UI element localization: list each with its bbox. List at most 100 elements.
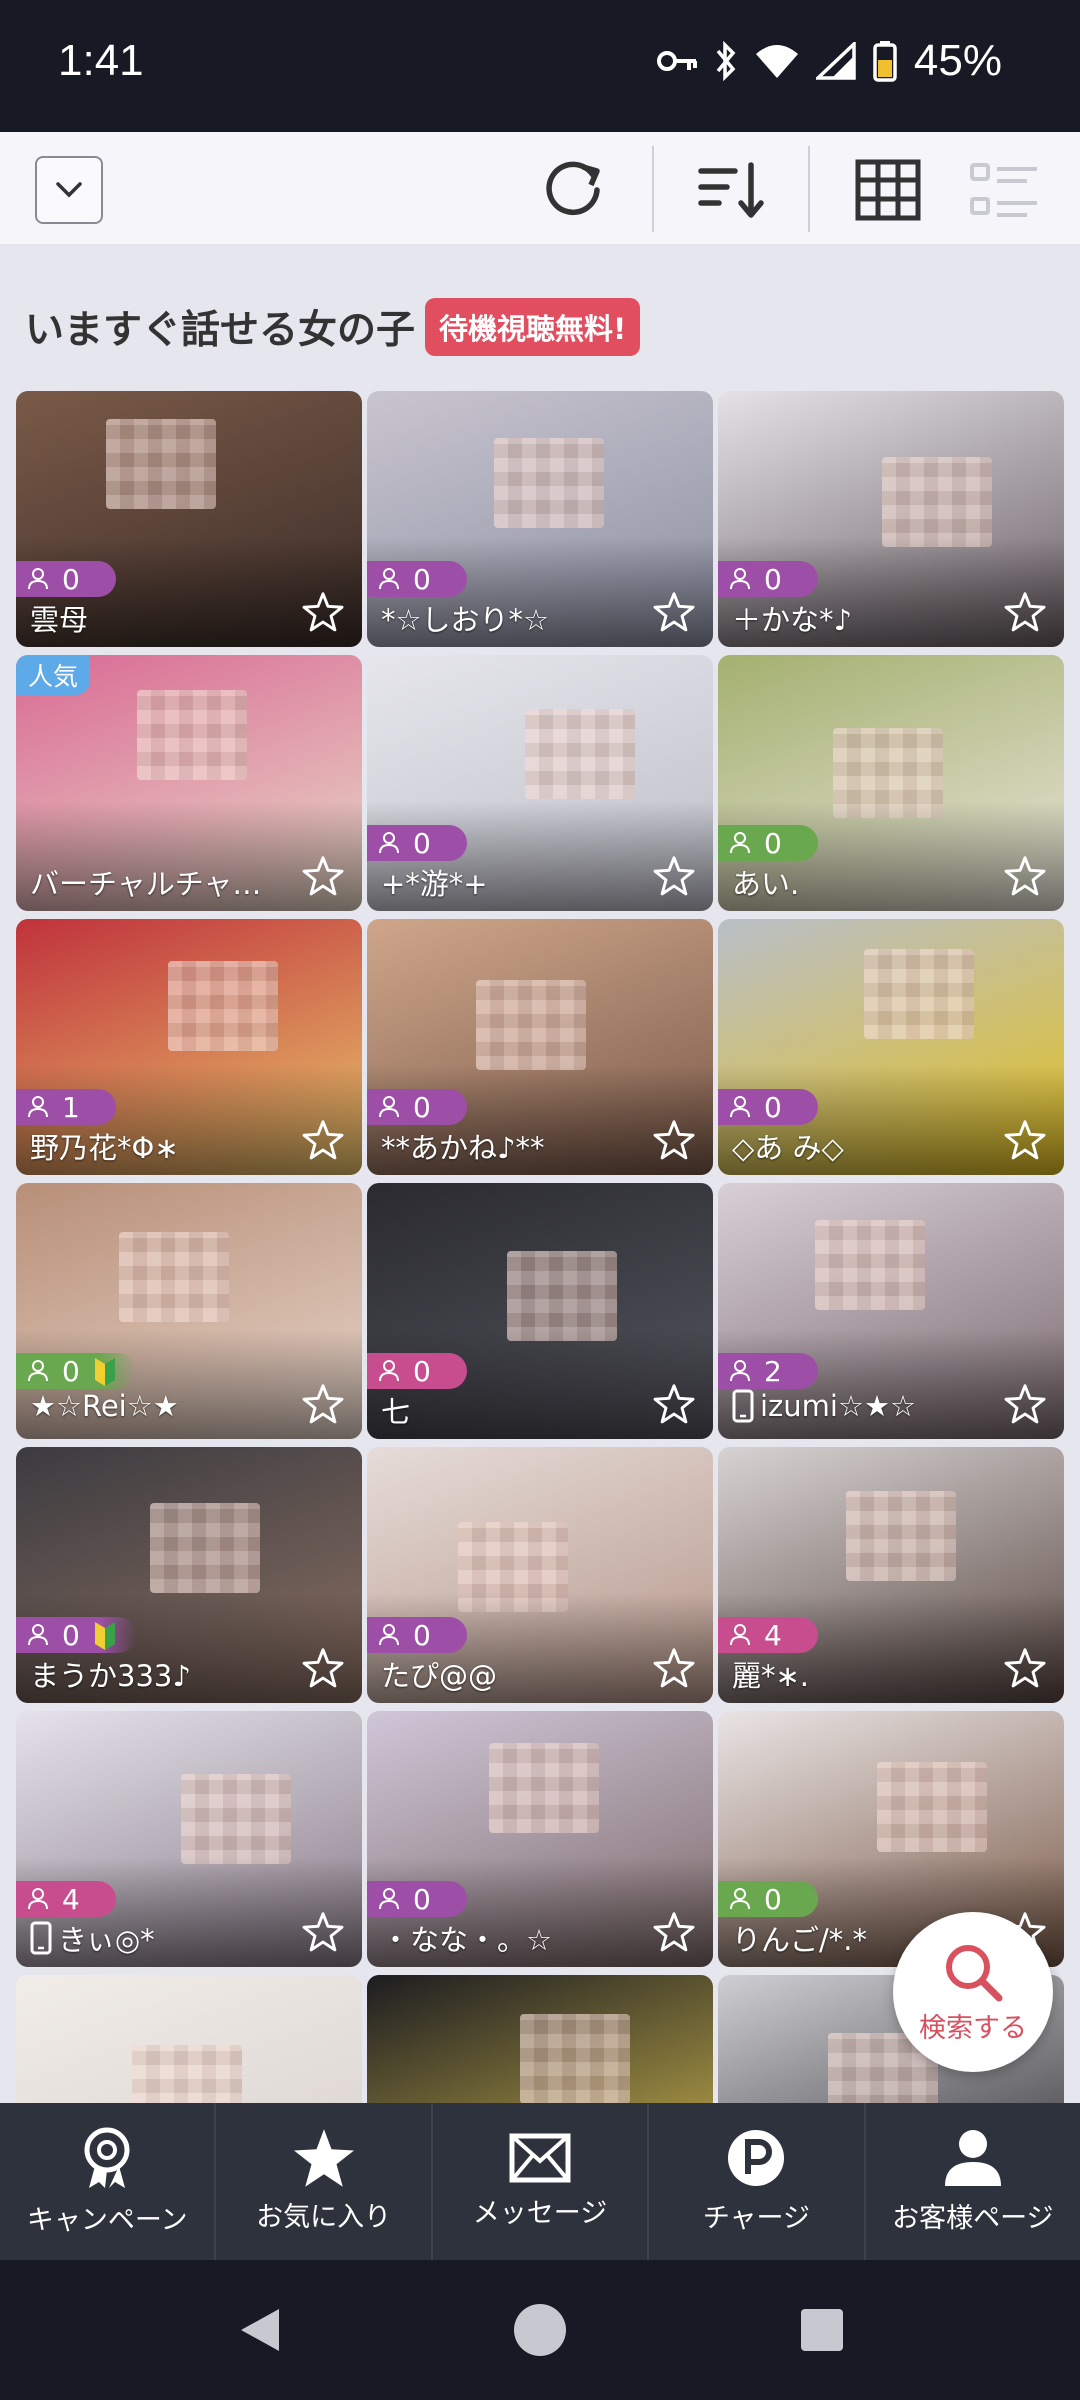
viewer-icon [379,1096,399,1118]
favorite-star-button[interactable] [298,587,348,637]
performer-card[interactable]: 0 あい. [718,655,1064,911]
home-button[interactable] [510,2300,570,2360]
dropdown-button[interactable] [35,156,103,224]
performer-name-text: 雲母 [30,603,89,637]
performer-name-text: バーチャルチャ… [30,867,262,901]
viewer-count: 0 [62,1354,80,1388]
viewer-icon [28,1888,48,1910]
performer-name: 雲母 [30,597,88,639]
viewer-icon [28,568,48,590]
performer-card[interactable]: 0 雲母 [16,391,362,647]
back-button[interactable] [230,2300,290,2360]
viewer-count: 0 [62,1618,80,1652]
favorite-star-button[interactable] [649,851,699,901]
home-circle-icon [514,2304,566,2356]
viewer-count-pill: 0 [16,1617,136,1653]
performer-name-text: まうか333♪ [30,1659,191,1693]
chevron-down-icon [56,182,82,198]
performer-card[interactable]: 0 ・なな・。☆ [367,1711,713,1967]
performer-card[interactable] [16,1975,362,2103]
performer-card[interactable] [367,1975,713,2103]
nav-charge[interactable]: チャージ [649,2103,866,2260]
battery-percent: 45% [913,36,1002,85]
favorite-star-button[interactable] [649,1115,699,1165]
favorite-star-button[interactable] [298,1115,348,1165]
nav-messages[interactable]: メッセージ [433,2103,650,2260]
favorite-star-button[interactable] [649,1379,699,1429]
user-icon [944,2130,1001,2186]
device-indicator [732,1389,754,1423]
performer-photo [520,2014,630,2103]
viewer-count: 0 [62,562,80,596]
nav-account[interactable]: お客様ページ [866,2103,1080,2260]
grid-view-button[interactable] [848,150,928,230]
cellular-signal-icon [815,42,856,80]
nav-label: キャンペーン [26,2205,188,2236]
viewer-count-pill: 0 [16,1353,136,1389]
performer-name: あい. [732,861,799,903]
sort-button[interactable] [692,150,772,230]
performer-card[interactable]: 0 ★☆Rei☆★ [16,1183,362,1439]
performer-card[interactable]: 0 *☆しおり*☆ [367,391,713,647]
list-view-button[interactable] [964,150,1044,230]
viewer-count: 1 [62,1090,80,1124]
performer-card[interactable]: 0七 [367,1183,713,1439]
grid-icon [855,159,921,221]
nav-campaign[interactable]: キャンペーン [0,2103,217,2260]
envelope-icon [509,2133,571,2183]
favorite-star-button[interactable] [649,587,699,637]
favorite-star-button[interactable] [649,1907,699,1957]
performer-card[interactable]: 0 たぴ@@ [367,1447,713,1703]
recents-button[interactable] [792,2300,852,2360]
performer-name: まうか333♪ [30,1653,191,1695]
performer-card[interactable]: 0 まうか333♪ [16,1447,362,1703]
star-outline-icon [1004,856,1046,896]
star-outline-icon [653,1648,695,1688]
performer-card[interactable]: 0 **あかね♪** [367,919,713,1175]
viewer-count-pill: 0 [367,825,467,861]
performer-card[interactable]: 4 きぃ◎* [16,1711,362,1967]
performer-name-text: **あかね♪** [381,1131,545,1165]
performer-card[interactable]: 0 ◇あ み◇ [718,919,1064,1175]
wifi-icon [755,45,798,78]
performer-photo [882,457,992,547]
search-button[interactable]: 検索する [893,1912,1053,2072]
favorite-star-button[interactable] [298,851,348,901]
favorite-star-button[interactable] [1000,587,1050,637]
list-icon [970,163,1037,217]
refresh-button[interactable] [534,150,614,230]
favorite-star-button[interactable] [298,1907,348,1957]
viewer-count: 0 [413,826,431,860]
viewer-count: 2 [764,1354,782,1388]
performer-card[interactable]: 0 ＋かな*♪ [718,391,1064,647]
viewer-count-pill: 0 [718,561,818,597]
star-outline-icon [302,1384,344,1424]
smartphone-icon [30,1921,52,1955]
viewer-icon [730,1624,750,1646]
viewer-count: 0 [764,562,782,596]
viewer-icon [730,1888,750,1910]
performer-photo [494,438,604,528]
favorite-star-button[interactable] [1000,1115,1050,1165]
points-icon [728,2130,785,2186]
performer-card[interactable]: 2 izumi☆★☆ [718,1183,1064,1439]
performer-card[interactable]: 1 野乃花*Φ∗ [16,919,362,1175]
recents-square-icon [801,2309,843,2351]
viewer-count-pill: 4 [16,1881,116,1917]
favorite-star-button[interactable] [298,1379,348,1429]
nav-favorites[interactable]: お気に入り [216,2103,433,2260]
favorite-star-button[interactable] [1000,851,1050,901]
favorite-star-button[interactable] [649,1643,699,1693]
viewer-count: 0 [413,1618,431,1652]
performer-card[interactable]: 0 +*游*+ [367,655,713,911]
performer-card[interactable]: 人気 バーチャルチャ… [16,655,362,911]
performer-card[interactable]: 4 麗*∗. [718,1447,1064,1703]
viewer-count-pill: 0 [367,1089,467,1125]
performer-name: 野乃花*Φ∗ [30,1125,179,1167]
status-time: 1:41 [58,36,144,85]
performer-photo [507,1251,617,1341]
favorite-star-button[interactable] [1000,1643,1050,1693]
favorite-star-button[interactable] [1000,1379,1050,1429]
favorite-star-button[interactable] [298,1643,348,1693]
performer-photo [150,1503,260,1593]
